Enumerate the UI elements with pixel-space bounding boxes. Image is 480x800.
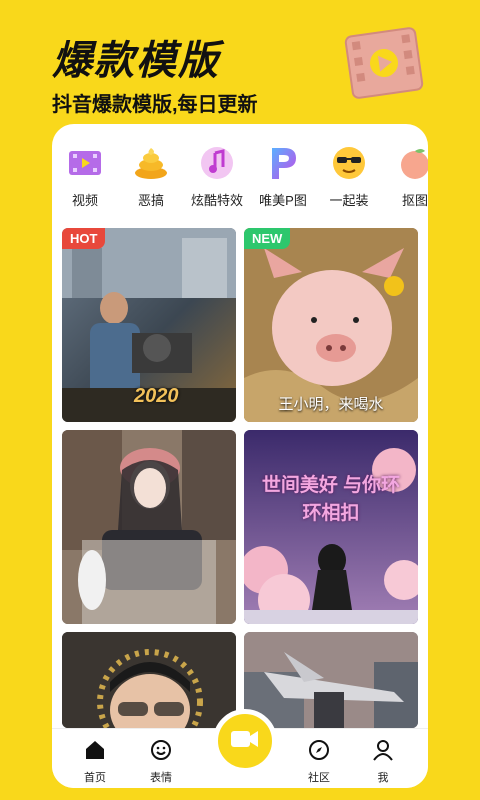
art-text: 2020 <box>134 385 179 407</box>
category-effects[interactable]: 炫酷特效 <box>184 144 250 214</box>
tab-label: 首页 <box>84 772 106 784</box>
category-beauty[interactable]: 唯美P图 <box>250 144 316 214</box>
hero-subtitle: 抖音爆款模版,每日更新 <box>52 94 258 116</box>
category-label: 抠图 <box>401 193 428 208</box>
template-thumbnail <box>244 632 418 728</box>
user-icon <box>372 739 394 766</box>
tab-label: 社区 <box>308 772 330 784</box>
tab-me[interactable]: 我 <box>358 739 408 785</box>
peach-icon <box>396 144 428 182</box>
template-thumbnail <box>62 632 236 728</box>
template-grid: HOT 2020 NEW 王小明，来喝水 世间美好 与你环环相扣 <box>62 228 418 728</box>
category-video[interactable]: 视频 <box>52 144 118 214</box>
category-cutout[interactable]: 抠图 <box>382 144 428 214</box>
template-thumbnail <box>62 430 236 624</box>
template-tile[interactable]: 世间美好 与你环环相扣 <box>244 430 418 624</box>
template-tile-new[interactable]: NEW 王小明，来喝水 <box>244 228 418 422</box>
category-label: 恶搞 <box>137 193 164 208</box>
template-caption: 王小明，来喝水 <box>278 396 384 413</box>
music-note-icon <box>198 144 236 182</box>
p-letter-icon <box>264 144 302 182</box>
tab-home[interactable]: 首页 <box>70 739 120 785</box>
category-prank[interactable]: 恶搞 <box>118 144 184 214</box>
template-tile[interactable] <box>62 430 236 624</box>
category-pretend[interactable]: 一起装 <box>316 144 382 214</box>
new-tag: NEW <box>244 228 291 249</box>
tab-label: 我 <box>377 772 389 784</box>
hot-tag: HOT <box>62 228 106 249</box>
template-tile-hot[interactable]: HOT 2020 <box>62 228 236 422</box>
art-text: 世间美好 与你环环相扣 <box>261 475 401 524</box>
sunglasses-emoji-icon <box>330 144 368 182</box>
video-film-icon <box>340 19 428 107</box>
tab-label: 表情 <box>150 772 172 784</box>
compass-icon <box>308 739 330 766</box>
template-card: 视频 恶搞 炫酷特效 唯美P图 一起装 抠图 HOT 2020 NEW 王小明，… <box>52 124 428 788</box>
record-video-button[interactable] <box>213 709 277 773</box>
hero-title: 爆款模版 <box>52 39 220 83</box>
template-tile[interactable] <box>244 632 418 728</box>
category-row: 视频 恶搞 炫酷特效 唯美P图 一起装 抠图 <box>52 144 428 214</box>
category-label: 视频 <box>71 193 98 208</box>
bottom-tab-bar: 首页 表情 社区 我 <box>52 709 428 788</box>
smiley-icon <box>150 739 172 766</box>
film-icon <box>66 144 104 182</box>
home-icon <box>84 739 106 766</box>
tab-emoji[interactable]: 表情 <box>136 739 186 785</box>
poop-icon <box>132 144 170 182</box>
tab-community[interactable]: 社区 <box>294 739 344 785</box>
category-label: 唯美P图 <box>259 193 307 208</box>
template-tile[interactable] <box>62 632 236 728</box>
category-label: 炫酷特效 <box>190 193 243 208</box>
video-camera-icon <box>230 728 260 755</box>
category-label: 一起装 <box>329 193 369 208</box>
